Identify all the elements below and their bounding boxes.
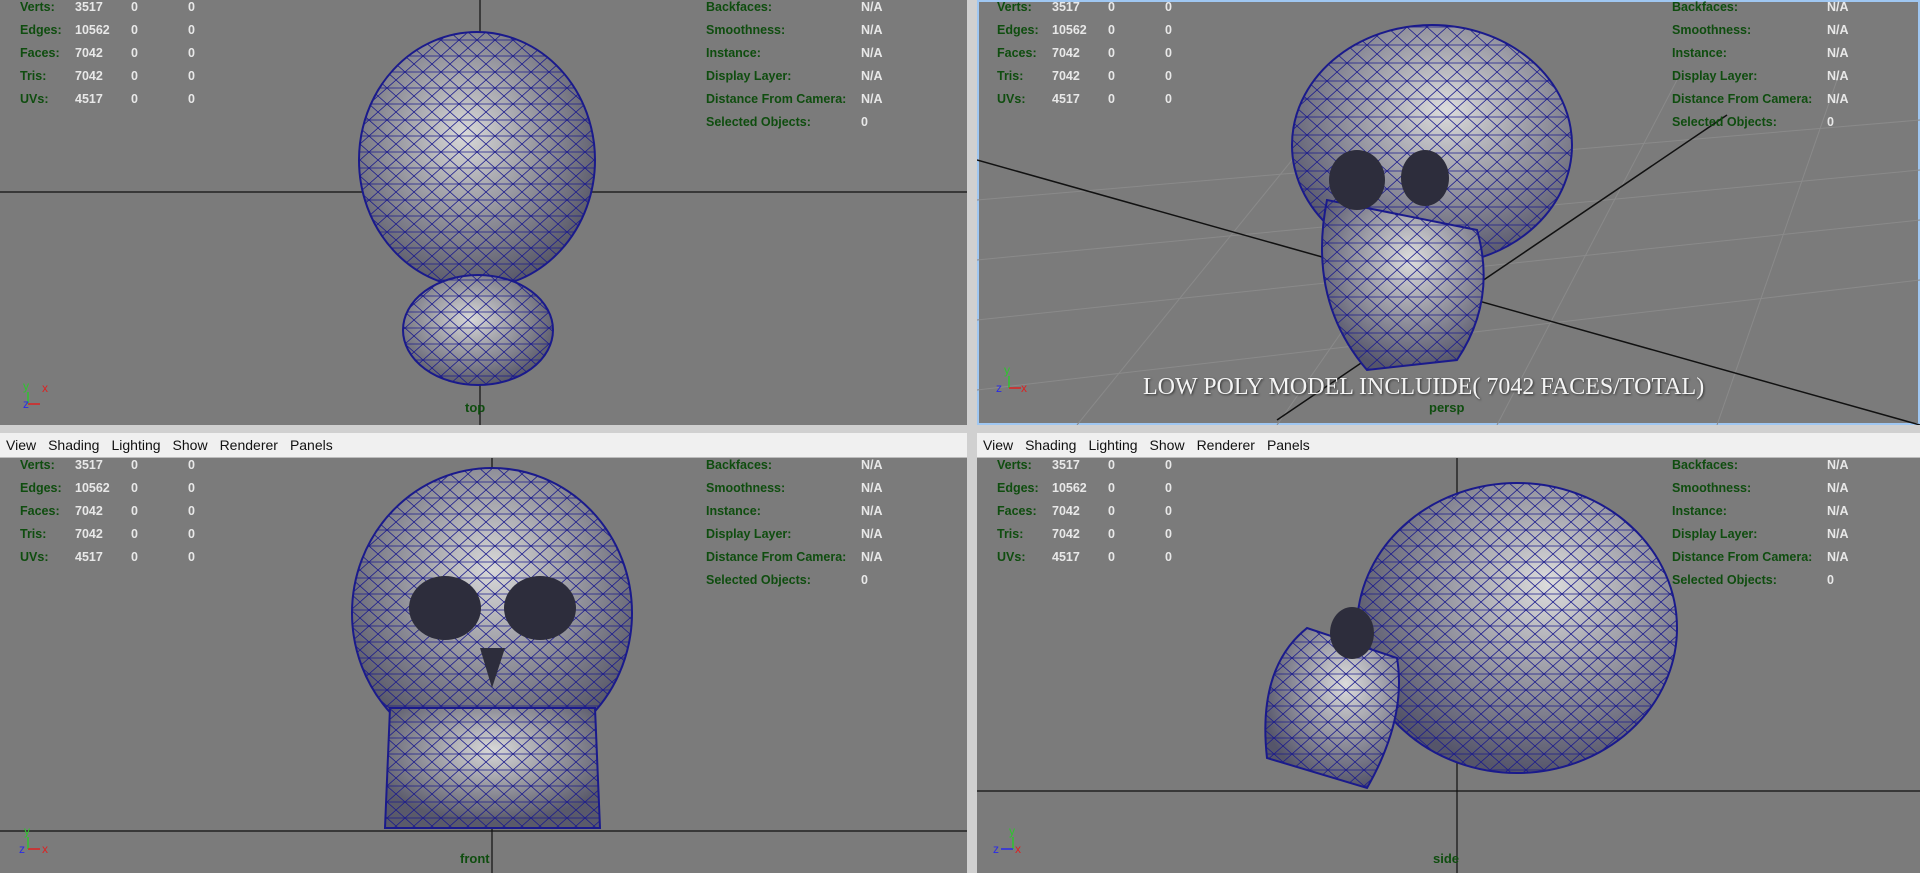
menu-renderer[interactable]: Renderer [1191, 433, 1261, 457]
object-info-hud: Backfaces: N/A Smoothness: N/A Instance: N/… [1672, 458, 1849, 587]
viewport-side[interactable]: Verts: 3517 0 0 Edges: 10562 0 0 Faces: 7042 0 0 … [977, 458, 1920, 873]
skull-side-model [1264, 482, 1678, 790]
poly-count-hud: Verts: 3517 0 0 Edges: 10562 0 0 Faces: 7042 0 0 … [20, 0, 195, 106]
viewport-front[interactable]: Verts: 3517 0 0 Edges: 10562 0 0 Faces: 7042 0 0 … [0, 458, 967, 873]
panel-divider-vertical[interactable] [967, 0, 977, 873]
object-info-hud: Backfaces: N/A Smoothness: N/A Instance: N/… [706, 458, 883, 587]
viewport-panel-side[interactable]: View Shading Lighting Show Renderer Pane… [977, 433, 1920, 873]
panel-divider-horizontal[interactable] [0, 425, 1920, 433]
low-poly-caption: LOW POLY MODEL INCLUIDE( 7042 FACES/TOTA… [1143, 374, 1705, 400]
menu-renderer[interactable]: Renderer [214, 433, 284, 457]
camera-label-persp: persp [1429, 400, 1465, 415]
axis-gizmo-icon: y x z [996, 363, 1027, 395]
menu-panels[interactable]: Panels [1261, 433, 1316, 457]
viewport-panel-persp[interactable]: Verts: 3517 0 0 Edges: 10562 0 0 Faces: 7042 0 0 … [977, 0, 1920, 425]
skull-front-model [351, 467, 633, 829]
svg-text:z: z [19, 842, 25, 856]
svg-text:z: z [993, 842, 999, 856]
svg-text:x: x [42, 842, 48, 856]
skull-top-model [358, 31, 596, 386]
svg-text:z: z [23, 397, 29, 411]
viewport-panel-front[interactable]: View Shading Lighting Show Renderer Pane… [0, 433, 967, 873]
skull-persp-model [1291, 24, 1573, 372]
axis-gizmo-icon: y x z [23, 379, 48, 411]
menu-shading[interactable]: Shading [42, 433, 105, 457]
svg-text:x: x [42, 381, 48, 395]
object-info-hud: Backfaces: N/A Smoothness: N/A Instance: N/… [1672, 0, 1849, 129]
poly-count-hud: Verts: 3517 0 0 Edges: 10562 0 0 Faces: 7042 0 0 … [20, 458, 195, 564]
svg-text:x: x [1021, 381, 1027, 395]
svg-text:y: y [24, 824, 30, 838]
menu-view[interactable]: View [977, 433, 1019, 457]
menu-panels[interactable]: Panels [284, 433, 339, 457]
svg-text:y: y [23, 379, 29, 393]
menu-show[interactable]: Show [167, 433, 214, 457]
svg-text:z: z [996, 381, 1002, 395]
side-panel-menubar: View Shading Lighting Show Renderer Pane… [977, 433, 1920, 458]
viewport-panel-top[interactable]: Verts: 3517 0 0 Edges: 10562 0 0 Faces: 7042 0 0 … [0, 0, 967, 425]
axis-gizmo-icon: y x z [19, 824, 48, 856]
axis-gizmo-icon: y z x [993, 824, 1021, 856]
menu-shading[interactable]: Shading [1019, 433, 1082, 457]
menu-view[interactable]: View [0, 433, 42, 457]
front-panel-menubar: View Shading Lighting Show Renderer Pane… [0, 433, 967, 458]
svg-text:x: x [1015, 842, 1021, 856]
poly-count-hud: Verts: 3517 0 0 Edges: 10562 0 0 Faces: 7042 0 0 … [997, 0, 1172, 106]
poly-count-hud: Verts: 3517 0 0 Edges: 10562 0 0 Faces: 7042 0 0 … [997, 458, 1172, 564]
object-info-hud: Backfaces: N/A Smoothness: N/A Instance: N/… [706, 0, 883, 129]
svg-text:y: y [1004, 363, 1010, 377]
viewport-persp[interactable]: Verts: 3517 0 0 Edges: 10562 0 0 Faces: 7042 0 0 … [977, 0, 1920, 425]
menu-lighting[interactable]: Lighting [105, 433, 166, 457]
menu-show[interactable]: Show [1144, 433, 1191, 457]
viewport-top[interactable]: Verts: 3517 0 0 Edges: 10562 0 0 Faces: 7042 0 0 … [0, 0, 967, 425]
camera-label-side: side [1433, 851, 1460, 866]
camera-label-top: top [465, 400, 486, 415]
svg-text:y: y [1009, 824, 1015, 838]
menu-lighting[interactable]: Lighting [1082, 433, 1143, 457]
camera-label-front: front [460, 851, 490, 866]
